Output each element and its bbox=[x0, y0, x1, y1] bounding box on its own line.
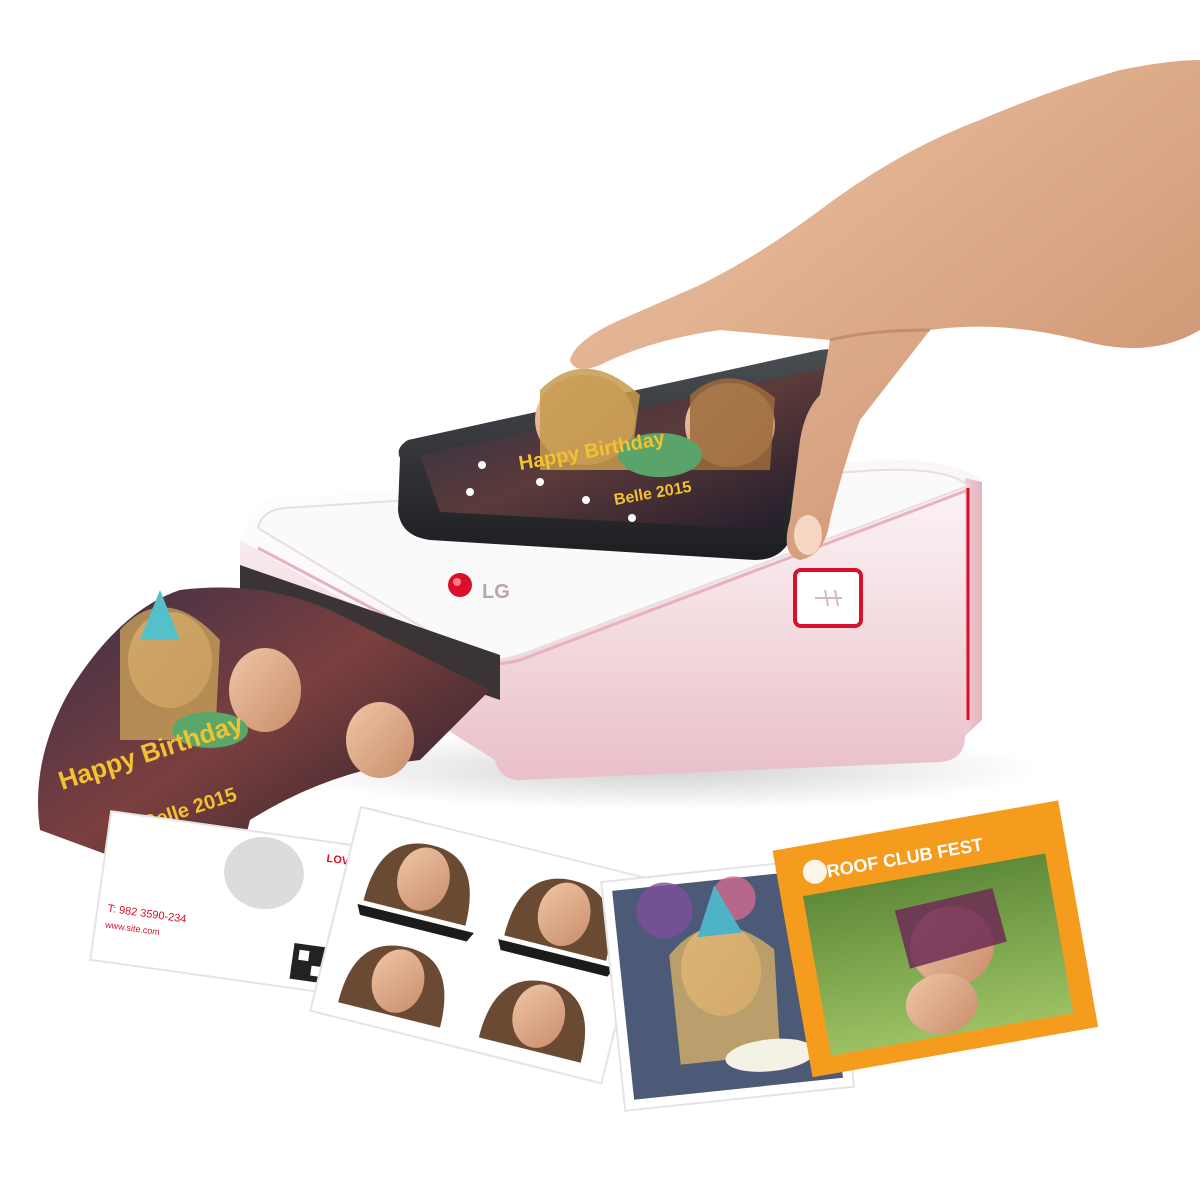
screen-control-dot[interactable] bbox=[628, 514, 636, 522]
power-button[interactable] bbox=[448, 573, 472, 597]
photo-face-3 bbox=[346, 702, 414, 778]
power-button-highlight bbox=[453, 578, 461, 586]
screen-control-dot[interactable] bbox=[536, 478, 544, 486]
qr-code-cell bbox=[298, 949, 310, 962]
orange-framed-card: ROOF CLUB FEST bbox=[772, 800, 1099, 1078]
id-photo-sheet bbox=[309, 805, 654, 1085]
screen-control-dot[interactable] bbox=[478, 461, 486, 469]
product-photo: LG Happy Birthday Belle 2015 Happy Birth… bbox=[38, 60, 1200, 1112]
screen-control-dot[interactable] bbox=[466, 488, 474, 496]
brand-logo: LG bbox=[482, 581, 510, 603]
screen-control-dot[interactable] bbox=[582, 496, 590, 504]
fingernail bbox=[794, 515, 822, 555]
screen-hair-2 bbox=[690, 378, 775, 470]
